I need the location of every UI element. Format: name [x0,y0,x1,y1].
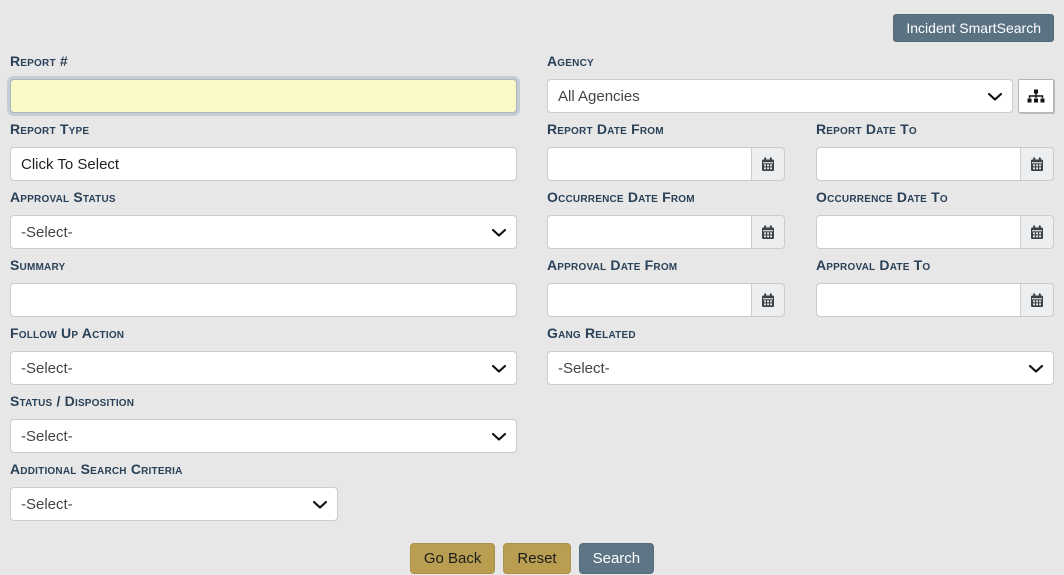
action-button-row: Go Back Reset Search [0,543,1064,574]
summary-label: Summary [10,257,66,273]
go-back-button[interactable]: Go Back [409,543,496,574]
approval-status-group: Approval Status -Select- [10,190,517,249]
occurrence-date-from-label: Occurrence Date From [547,189,695,205]
approval-date-from-label: Approval Date From [547,257,678,273]
status-disposition-select[interactable]: -Select- [10,419,517,453]
occurrence-date-row: Occurrence Date From Occurrence Date To [547,190,1054,249]
chevron-down-icon [491,228,507,237]
chevron-down-icon [491,364,507,373]
additional-search-criteria-select[interactable]: -Select- [10,487,338,521]
report-date-from-group: Report Date From [547,122,785,181]
chevron-down-icon [491,432,507,441]
status-disposition-label: Status / Disposition [10,393,135,409]
agency-select[interactable]: All Agencies [547,79,1013,113]
summary-group: Summary [10,258,517,317]
additional-search-criteria-group: Additional Search Criteria -Select- [10,462,517,521]
occurrence-date-from-group: Occurrence Date From [547,190,785,249]
gang-related-value: -Select- [558,359,610,377]
chevron-down-icon [1028,364,1044,373]
calendar-icon [761,224,775,240]
calendar-icon [1030,224,1044,240]
calendar-icon [761,292,775,308]
summary-input[interactable] [10,283,517,317]
agency-value: All Agencies [558,87,640,105]
report-date-from-label: Report Date From [547,121,664,137]
occurrence-date-to-group: Occurrence Date To [816,190,1054,249]
report-date-from-input[interactable] [547,147,752,181]
occurrence-date-to-input[interactable] [816,215,1021,249]
report-number-input[interactable] [10,79,517,113]
approval-date-to-label: Approval Date To [816,257,931,273]
reset-button[interactable]: Reset [503,543,571,574]
incident-smartsearch-button[interactable]: Incident SmartSearch [893,14,1054,42]
approval-date-to-calendar-button[interactable] [1020,283,1054,317]
gang-related-select[interactable]: -Select- [547,351,1054,385]
report-date-to-label: Report Date To [816,121,917,137]
report-date-to-group: Report Date To [816,122,1054,181]
approval-status-label: Approval Status [10,189,116,205]
occurrence-date-to-calendar-button[interactable] [1020,215,1054,249]
search-button[interactable]: Search [578,543,655,574]
incident-search-page: Incident SmartSearch Report # Report Typ… [0,0,1064,575]
additional-search-criteria-label: Additional Search Criteria [10,461,183,477]
report-number-label: Report # [10,53,68,69]
follow-up-action-select[interactable]: -Select- [10,351,517,385]
approval-date-row: Approval Date From Approval Date To [547,258,1054,317]
approval-date-from-input[interactable] [547,283,752,317]
chevron-down-icon [987,92,1003,101]
calendar-icon [1030,156,1044,172]
right-column: Agency All Agencies Report Date From Rep… [547,54,1054,530]
report-type-label: Report Type [10,121,90,137]
status-disposition-value: -Select- [21,427,73,445]
report-type-input[interactable] [10,147,517,181]
gang-related-label: Gang Related [547,325,636,341]
approval-status-value: -Select- [21,223,73,241]
occurrence-date-to-label: Occurrence Date To [816,189,948,205]
approval-date-from-calendar-button[interactable] [751,283,785,317]
follow-up-action-group: Follow Up Action -Select- [10,326,517,385]
report-date-from-calendar-button[interactable] [751,147,785,181]
follow-up-action-value: -Select- [21,359,73,377]
approval-status-select[interactable]: -Select- [10,215,517,249]
sitemap-icon [1027,89,1045,104]
left-column: Report # Report Type Approval Status -Se… [10,54,517,530]
approval-date-to-group: Approval Date To [816,258,1054,317]
approval-date-from-group: Approval Date From [547,258,785,317]
approval-date-to-input[interactable] [816,283,1021,317]
agency-tree-lookup-button[interactable] [1018,79,1054,113]
status-disposition-group: Status / Disposition -Select- [10,394,517,453]
report-date-row: Report Date From Report Date To [547,122,1054,181]
report-number-group: Report # [10,54,517,113]
search-form: Report # Report Type Approval Status -Se… [0,54,1064,530]
occurrence-date-from-input[interactable] [547,215,752,249]
occurrence-date-from-calendar-button[interactable] [751,215,785,249]
report-date-to-input[interactable] [816,147,1021,181]
agency-group: Agency All Agencies [547,54,1054,113]
gang-related-group: Gang Related -Select- [547,326,1054,385]
calendar-icon [1030,292,1044,308]
follow-up-action-label: Follow Up Action [10,325,125,341]
report-date-to-calendar-button[interactable] [1020,147,1054,181]
agency-label: Agency [547,53,594,69]
top-bar: Incident SmartSearch [0,0,1064,54]
report-type-group: Report Type [10,122,517,181]
chevron-down-icon [312,500,328,509]
calendar-icon [761,156,775,172]
additional-search-criteria-value: -Select- [21,495,73,513]
